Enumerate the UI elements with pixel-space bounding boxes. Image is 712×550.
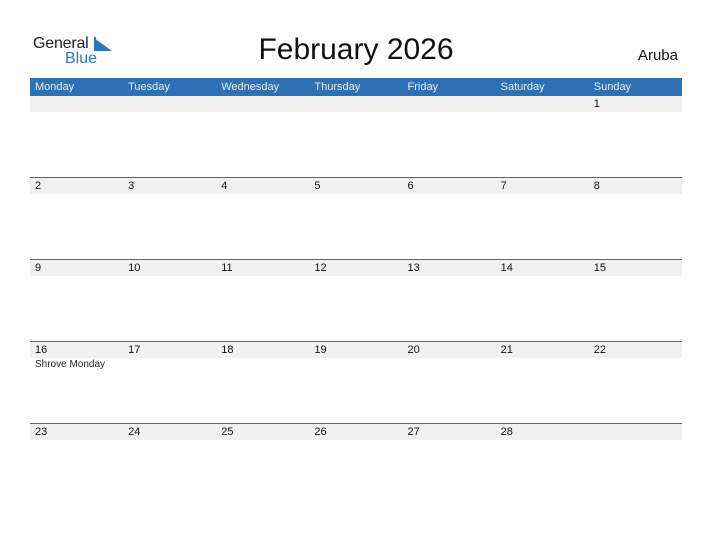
weekday-sunday: Sunday: [593, 81, 632, 93]
day-number: 11: [221, 262, 233, 274]
day-cell: 28: [496, 424, 589, 440]
day-cell: 27: [403, 424, 496, 440]
day-number: 4: [221, 180, 228, 192]
day-number: 23: [35, 426, 48, 438]
day-number: 12: [314, 262, 327, 274]
weekday-monday: Monday: [35, 81, 75, 93]
day-cell: 5: [309, 178, 402, 194]
day-number: [221, 96, 309, 112]
day-cell: 4: [216, 178, 309, 194]
day-number: [594, 424, 682, 440]
day-cell: 2: [30, 178, 123, 194]
country-label: Aruba: [637, 47, 678, 64]
day-cell: 1: [589, 96, 682, 112]
day-cell: 24: [123, 424, 216, 440]
day-number: 24: [128, 426, 141, 438]
day-cell: 22: [589, 342, 682, 371]
day-number: 20: [407, 344, 420, 356]
day-number: 6: [407, 180, 414, 192]
day-cell: 11: [216, 260, 309, 276]
day-cell: 23: [30, 424, 123, 440]
day-number: 27: [407, 426, 420, 438]
day-cell: 18: [216, 342, 309, 371]
day-number: 19: [314, 344, 327, 356]
day-number: 9: [35, 262, 42, 274]
weekday-thursday: Thursday: [314, 81, 361, 93]
day-number: 25: [221, 426, 234, 438]
day-cell: 14: [496, 260, 589, 276]
day-number: 15: [593, 262, 606, 274]
day-cell: 10: [123, 260, 216, 276]
day-cell: 21: [496, 342, 589, 371]
day-cell: 8: [589, 178, 682, 194]
day-number: 1: [593, 98, 600, 110]
day-cell: 15: [589, 260, 682, 276]
weekday-wednesday: Wednesday: [221, 81, 280, 93]
week-row: 2 3 4 5 6 7 8: [30, 177, 682, 259]
day-number: [35, 96, 123, 112]
day-number: 17: [128, 344, 141, 356]
day-number: 16: [35, 344, 48, 356]
day-number: 8: [593, 180, 600, 192]
day-cell: 25: [216, 424, 309, 440]
day-number: 10: [128, 262, 141, 274]
day-number: 28: [500, 426, 513, 438]
day-cell: 12: [309, 260, 402, 276]
weekday-tuesday: Tuesday: [128, 81, 170, 93]
day-cell: 3: [123, 178, 216, 194]
weekday-header: Monday Tuesday Wednesday Thursday Friday Satu…: [30, 78, 682, 96]
day-cell: 26: [309, 424, 402, 440]
day-number: 21: [500, 344, 513, 356]
week-row: 16 Shrove Monday 17 18 19 20 21 22: [30, 341, 682, 423]
weekday-saturday: Saturday: [500, 81, 545, 93]
day-cell: [309, 96, 402, 112]
day-number: [128, 96, 216, 112]
day-cell: [589, 424, 682, 440]
day-cell: 9: [30, 260, 123, 276]
weekday-friday: Friday: [407, 81, 439, 93]
holiday-label: Shrove Monday: [35, 359, 106, 370]
week-row: 1: [30, 96, 682, 177]
day-cell: 13: [403, 260, 496, 276]
weeks: 1 2 3 4 5 6 7 8 9 10 11 12 13 14 15 16 Shrove Monday 17 18…: [30, 96, 682, 505]
day-cell: 16 Shrove Monday: [30, 342, 123, 371]
page-title: February 2026: [258, 33, 454, 66]
day-cell: 19: [309, 342, 402, 371]
day-cell: [496, 96, 589, 112]
day-cell: 6: [403, 178, 496, 194]
day-cell: [216, 96, 309, 112]
day-number: 2: [35, 180, 42, 192]
day-number: 7: [500, 180, 507, 192]
day-number: 14: [500, 262, 513, 274]
day-cell: [30, 96, 123, 112]
day-number: [314, 96, 402, 112]
day-number: 22: [593, 344, 606, 356]
day-cell: [123, 96, 216, 112]
day-number: 3: [128, 180, 135, 192]
day-number: 13: [407, 262, 420, 274]
day-number: 26: [314, 426, 327, 438]
day-cell: [403, 96, 496, 112]
day-number: [408, 96, 496, 112]
day-number: 5: [314, 180, 321, 192]
day-cell: 7: [496, 178, 589, 194]
day-cell: 17: [123, 342, 216, 371]
week-row: 23 24 25 26 27 28: [30, 423, 682, 505]
day-number: [501, 96, 589, 112]
day-number: 18: [221, 344, 234, 356]
calendar-grid: Monday Tuesday Wednesday Thursday Friday Satu…: [30, 78, 682, 505]
week-row: 9 10 11 12 13 14 15: [30, 259, 682, 341]
day-cell: 20: [403, 342, 496, 371]
